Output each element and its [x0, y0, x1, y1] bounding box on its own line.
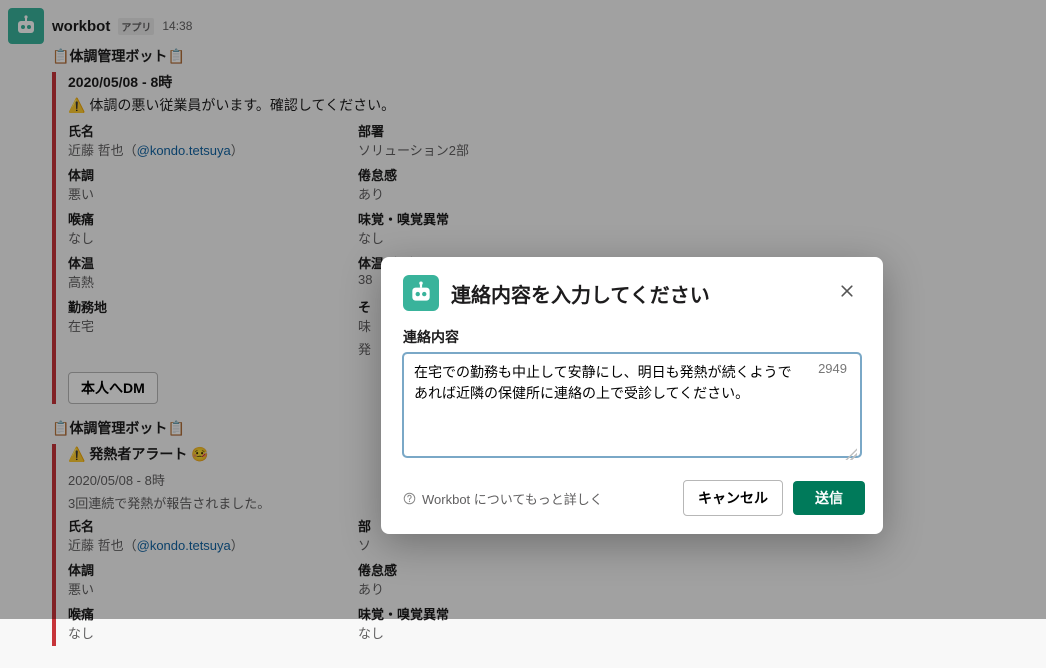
modal-title: 連絡内容を入力してください — [451, 279, 821, 308]
workbot-icon — [403, 275, 439, 311]
modal-body: 連絡内容 2949 — [381, 319, 883, 466]
char-counter: 2949 — [818, 361, 847, 376]
cancel-button[interactable]: キャンセル — [683, 480, 783, 516]
modal: 連絡内容を入力してください 連絡内容 2949 Workbot についてもっと詳… — [381, 257, 883, 534]
learn-more-link[interactable]: Workbot についてもっと詳しく — [399, 489, 673, 508]
close-button[interactable] — [833, 279, 861, 307]
resize-handle-icon[interactable] — [845, 448, 857, 460]
close-icon — [839, 283, 855, 299]
modal-footer: Workbot についてもっと詳しく キャンセル 送信 — [381, 466, 883, 534]
send-button[interactable]: 送信 — [793, 481, 865, 515]
field-label: 連絡内容 — [403, 327, 861, 347]
message-textarea[interactable] — [403, 353, 861, 457]
modal-header: 連絡内容を入力してください — [381, 257, 883, 319]
help-icon — [403, 492, 416, 505]
